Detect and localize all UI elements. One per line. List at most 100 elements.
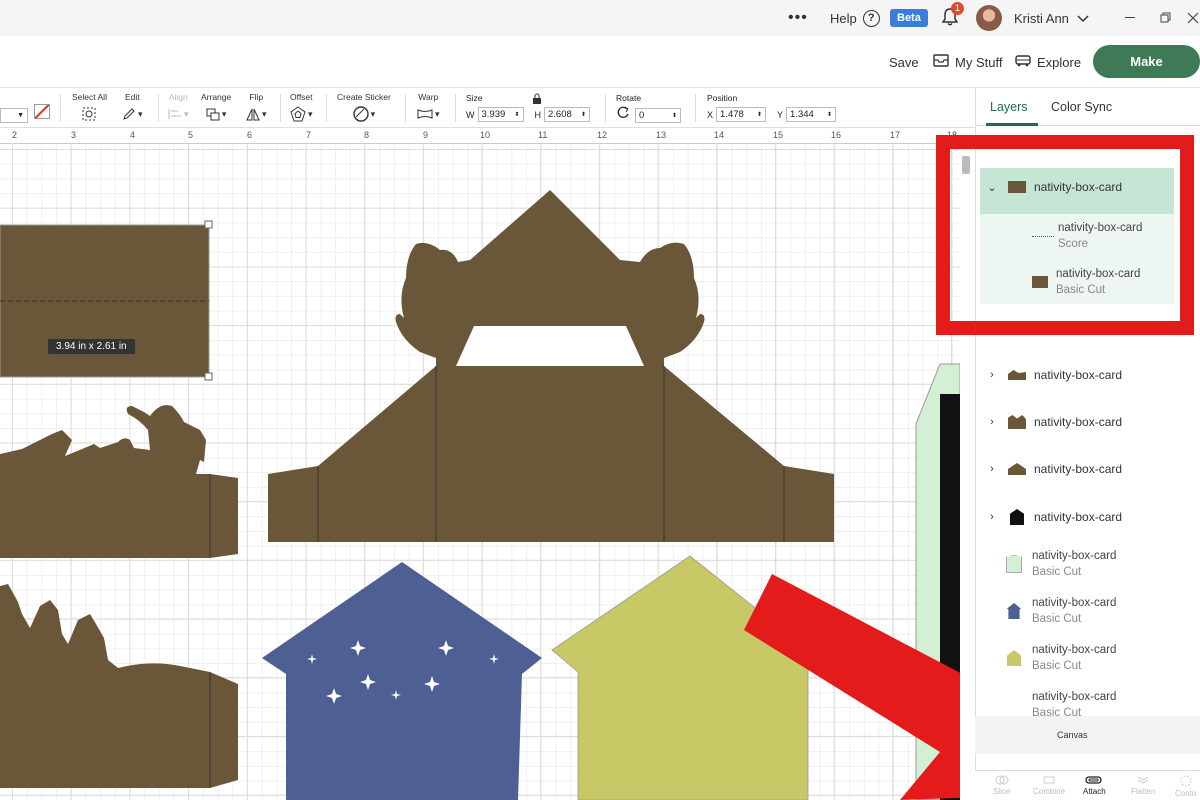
rotate-input[interactable]: 0 ⬍	[635, 107, 681, 123]
layer-name: nativity-box-card	[1034, 510, 1123, 524]
help-button[interactable]: Help ?	[830, 0, 880, 36]
edit-menu[interactable]: Edit ▾	[122, 92, 143, 122]
layer-thumbnail	[1008, 463, 1026, 475]
help-icon: ?	[862, 9, 880, 27]
layer-thumbnail	[1008, 370, 1026, 380]
x-input[interactable]: 1.478 ⬍	[716, 107, 767, 122]
offset-menu[interactable]: Offset ▾	[290, 92, 313, 122]
ruler-tick: 3	[71, 130, 77, 140]
height-value: 2.608	[548, 109, 572, 120]
create-sticker-label: Create Sticker	[337, 92, 391, 102]
user-menu[interactable]: Kristi Ann	[976, 0, 1089, 36]
flatten-button[interactable]: Flatten	[1131, 775, 1155, 796]
canvas-label: Canvas	[1057, 730, 1088, 740]
size-label: Size	[466, 93, 483, 103]
arrange-icon: ▾	[206, 106, 226, 122]
select-all-button[interactable]: Select All	[72, 92, 107, 122]
layer-item[interactable]: nativity-box-card Basic Cut	[976, 595, 1200, 627]
beta-badge[interactable]: Beta	[890, 0, 928, 36]
warp-label: Warp	[418, 92, 439, 102]
close-icon[interactable]	[1187, 0, 1199, 36]
layer-group[interactable]: › nativity-box-card	[976, 509, 1200, 525]
make-button[interactable]: Make	[1093, 45, 1200, 78]
layer-name: nativity-box-card	[1034, 462, 1123, 476]
ruler-tick: 2	[12, 130, 18, 140]
explore-button[interactable]: Explore	[1015, 36, 1081, 88]
layer-group[interactable]: › nativity-box-card	[976, 462, 1200, 476]
rotate-icon[interactable]	[617, 106, 630, 124]
inbox-icon	[933, 54, 949, 70]
layer-actions-bar: Slice Combine Attach Flatten Conto	[975, 770, 1200, 800]
blue-house-shape[interactable]	[262, 562, 542, 800]
wise-men-panel-shape[interactable]	[0, 584, 238, 788]
layer-thumbnail	[1007, 697, 1021, 713]
layer-thumbnail	[1010, 509, 1024, 525]
caret-down-icon: ▼	[17, 112, 24, 119]
y-label: Y	[777, 109, 784, 120]
layer-type: Basic Cut	[1032, 566, 1082, 578]
layer-name: nativity-box-card	[1032, 597, 1117, 609]
restore-icon[interactable]	[1160, 0, 1172, 36]
layer-item[interactable]: nativity-box-card Basic Cut	[976, 548, 1200, 580]
avatar	[976, 5, 1002, 31]
flip-menu[interactable]: Flip ▾	[246, 92, 267, 122]
selected-card-shape[interactable]	[0, 220, 213, 381]
canvas-layer-row[interactable]: Canvas	[975, 716, 1200, 754]
flip-icon: ▾	[246, 106, 267, 122]
notifications-button[interactable]: 1	[941, 0, 964, 36]
red-highlight-box	[936, 135, 1194, 335]
stepper-icon: ⬍	[827, 112, 833, 118]
ruler-tick: 4	[130, 130, 136, 140]
offset-icon: ▾	[290, 106, 313, 122]
warp-menu[interactable]: Warp ▾	[417, 92, 440, 122]
width-label: W	[466, 109, 475, 120]
layer-thumbnail	[1008, 415, 1026, 429]
align-menu[interactable]: Align ▾	[168, 92, 189, 122]
tab-layers[interactable]: Layers	[990, 100, 1028, 114]
create-sticker-menu[interactable]: Create Sticker ▾	[337, 92, 391, 122]
chevron-down-icon	[1077, 11, 1089, 26]
arrange-menu[interactable]: Arrange ▾	[201, 92, 231, 122]
stable-shape[interactable]	[268, 190, 834, 542]
ruler-tick: 7	[306, 130, 312, 140]
linetype-select[interactable]: ▼	[0, 104, 28, 123]
flatten-icon	[1136, 775, 1150, 787]
flatten-label: Flatten	[1131, 787, 1156, 796]
stepper-icon: ⬍	[756, 112, 763, 118]
pencil-icon: ▾	[122, 106, 143, 122]
more-menu-button[interactable]: •••	[788, 0, 808, 36]
layer-group[interactable]: › nativity-box-card	[976, 415, 1200, 429]
edit-toolbar: ▼ Select All Edit ▾ Align ▾ Arrange ▾ Fl…	[0, 88, 975, 128]
chevron-right-icon: ›	[990, 463, 994, 475]
my-stuff-button[interactable]: My Stuff	[933, 36, 1002, 88]
tab-color-sync[interactable]: Color Sync	[1051, 100, 1112, 114]
chevron-right-icon: ›	[990, 369, 994, 381]
help-label: Help	[830, 10, 857, 26]
stepper-icon: ⬍	[671, 112, 677, 119]
bus-icon	[1015, 54, 1031, 70]
explore-label: Explore	[1037, 54, 1082, 70]
camel-panel-shape[interactable]	[0, 405, 238, 558]
canvas-artwork	[0, 190, 960, 800]
height-input[interactable]: 2.608 ⬍	[544, 107, 590, 122]
layer-item[interactable]: nativity-box-card Basic Cut	[976, 642, 1200, 674]
layer-group[interactable]: › nativity-box-card	[976, 368, 1200, 382]
horizontal-ruler: 2 3 4 5 6 7 8 9 10 11 12 13 14 15 16 17 …	[0, 128, 960, 144]
y-input[interactable]: 1.344 ⬍	[786, 107, 837, 122]
chevron-right-icon: ›	[990, 416, 994, 428]
width-input[interactable]: 3.939 ⬍	[477, 107, 524, 122]
slice-button[interactable]: Slice	[993, 775, 1010, 796]
design-canvas[interactable]: 3.94 in x 2.61 in	[0, 144, 960, 800]
attach-button[interactable]: Attach	[1083, 775, 1106, 796]
contour-button[interactable]: Conto	[1175, 775, 1196, 798]
minimize-icon[interactable]	[1125, 0, 1137, 36]
layer-name: nativity-box-card	[1032, 550, 1117, 562]
save-button[interactable]: Save	[889, 36, 919, 88]
warp-icon: ▾	[417, 106, 440, 122]
ruler-tick: 13	[656, 130, 667, 140]
color-swatch[interactable]	[34, 104, 50, 119]
user-name: Kristi Ann	[1014, 10, 1069, 26]
dimension-tooltip: 3.94 in x 2.61 in	[48, 339, 135, 354]
ruler-tick: 6	[247, 130, 253, 140]
combine-button[interactable]: Combine	[1033, 775, 1065, 796]
